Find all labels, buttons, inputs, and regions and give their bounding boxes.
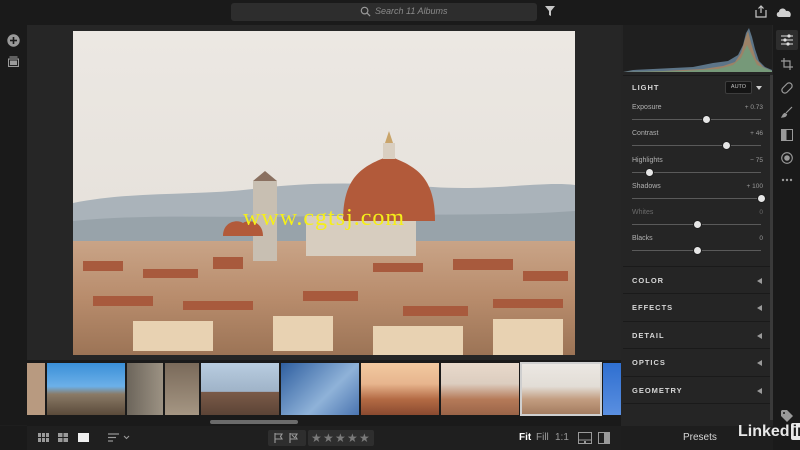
square-grid-icon[interactable] xyxy=(58,433,68,442)
chevron-left-icon[interactable] xyxy=(757,388,762,394)
thumbnail[interactable] xyxy=(281,363,359,415)
slider-label-blacks: Blacks xyxy=(632,235,653,242)
section-effects[interactable]: EFFECTS xyxy=(632,303,673,312)
slider-handle-highlights[interactable] xyxy=(644,168,654,177)
cloud-icon[interactable] xyxy=(775,6,793,18)
section-detail[interactable]: DETAIL xyxy=(632,331,665,340)
star-icon[interactable]: ★ xyxy=(347,431,358,445)
presets-button[interactable]: Presets xyxy=(683,432,717,443)
section-optics[interactable]: OPTICS xyxy=(632,358,666,367)
florence-cityscape-image xyxy=(73,31,575,355)
section-geometry[interactable]: GEOMETRY xyxy=(632,386,683,395)
compare-icon[interactable] xyxy=(578,432,592,444)
slider-track-contrast[interactable] xyxy=(632,145,761,146)
healing-icon[interactable] xyxy=(781,82,793,94)
filter-icon[interactable] xyxy=(545,6,555,16)
section-color[interactable]: COLOR xyxy=(632,276,664,285)
chevron-left-icon[interactable] xyxy=(757,305,762,311)
left-rail xyxy=(0,25,27,425)
grid-view-icon[interactable] xyxy=(38,433,49,442)
split-view-icon[interactable] xyxy=(598,432,610,444)
crop-icon[interactable] xyxy=(781,58,793,70)
radial-gradient-icon[interactable] xyxy=(781,152,793,164)
brush-icon[interactable] xyxy=(781,106,793,118)
star-icon[interactable]: ★ xyxy=(323,431,334,445)
histogram xyxy=(623,25,772,72)
more-icon[interactable] xyxy=(781,174,793,186)
light-section-title[interactable]: LIGHT xyxy=(632,83,660,92)
linear-gradient-icon[interactable] xyxy=(781,129,793,141)
slider-value-whites[interactable]: 0 xyxy=(723,209,763,216)
slider-value-contrast[interactable]: + 46 xyxy=(723,130,763,137)
sort-icon[interactable] xyxy=(108,433,130,442)
slider-label-exposure: Exposure xyxy=(632,104,662,111)
slider-value-highlights[interactable]: − 75 xyxy=(723,157,763,164)
divider xyxy=(623,376,770,377)
search-icon xyxy=(360,6,371,17)
star-rating: ★ ★ ★ ★ ★ xyxy=(308,430,374,446)
main-photo[interactable]: www.cgtsj.com xyxy=(73,31,575,355)
divider xyxy=(623,403,770,404)
thumbnail[interactable] xyxy=(165,363,199,415)
thumbnail[interactable] xyxy=(603,363,621,415)
thumbnail[interactable] xyxy=(201,363,279,415)
slider-handle-exposure[interactable] xyxy=(701,115,711,124)
slider-label-whites: Whites xyxy=(632,209,654,216)
linkedin-logo: Linkedin xyxy=(738,423,800,441)
slider-value-blacks[interactable]: 0 xyxy=(723,235,763,242)
tag-icon[interactable] xyxy=(781,410,793,422)
thumbnail[interactable] xyxy=(127,363,163,415)
zoom-fit-button[interactable]: Fit xyxy=(519,432,531,443)
add-icon[interactable] xyxy=(7,34,20,47)
divider xyxy=(623,266,770,267)
thumbnail[interactable] xyxy=(441,363,519,415)
filmstrip-scrollbar[interactable] xyxy=(210,420,298,424)
slider-track-shadows[interactable] xyxy=(632,198,761,199)
zoom-1to1-button[interactable]: 1:1 xyxy=(555,432,569,443)
chevron-left-icon[interactable] xyxy=(757,360,762,366)
reject-flag-icon[interactable] xyxy=(289,433,299,443)
thumbnail-selected[interactable] xyxy=(520,362,602,416)
star-icon[interactable]: ★ xyxy=(311,431,322,445)
linkedin-logo-in: in xyxy=(790,423,800,440)
flag-icon[interactable] xyxy=(274,433,284,443)
single-view-icon[interactable] xyxy=(78,433,89,442)
edit-icon[interactable] xyxy=(781,34,793,46)
thumbnail[interactable] xyxy=(47,363,125,415)
search-placeholder: Search 11 Albums xyxy=(375,6,448,16)
thumbnail[interactable] xyxy=(27,363,45,415)
slider-track-exposure[interactable] xyxy=(632,119,761,120)
slider-handle-shadows[interactable] xyxy=(757,194,766,203)
linkedin-logo-text: Linked xyxy=(738,423,790,440)
slider-value-shadows[interactable]: + 100 xyxy=(723,183,763,190)
filmstrip xyxy=(27,360,621,426)
slider-label-highlights: Highlights xyxy=(632,157,663,164)
divider xyxy=(623,293,770,294)
slider-label-contrast: Contrast xyxy=(632,130,659,137)
flag-controls xyxy=(268,430,306,446)
divider xyxy=(623,75,770,76)
watermark-text: www.cgtsj.com xyxy=(242,205,406,231)
share-icon[interactable] xyxy=(755,5,767,18)
albums-icon[interactable] xyxy=(8,56,19,67)
divider xyxy=(623,348,770,349)
search-input[interactable]: Search 11 Albums xyxy=(231,3,537,21)
chevron-left-icon[interactable] xyxy=(757,333,762,339)
slider-value-exposure[interactable]: + 0.73 xyxy=(723,104,763,111)
thumbnail[interactable] xyxy=(361,363,439,415)
slider-handle-blacks[interactable] xyxy=(692,246,702,255)
chevron-left-icon[interactable] xyxy=(757,278,762,284)
bottom-left-rail xyxy=(0,426,27,450)
star-icon[interactable]: ★ xyxy=(359,431,370,445)
slider-handle-whites[interactable] xyxy=(692,220,702,229)
zoom-fill-button[interactable]: Fill xyxy=(536,432,549,443)
divider xyxy=(623,321,770,322)
slider-label-shadows: Shadows xyxy=(632,183,661,190)
star-icon[interactable]: ★ xyxy=(335,431,346,445)
chevron-down-icon[interactable] xyxy=(756,86,762,90)
auto-button[interactable]: AUTO xyxy=(725,81,752,94)
